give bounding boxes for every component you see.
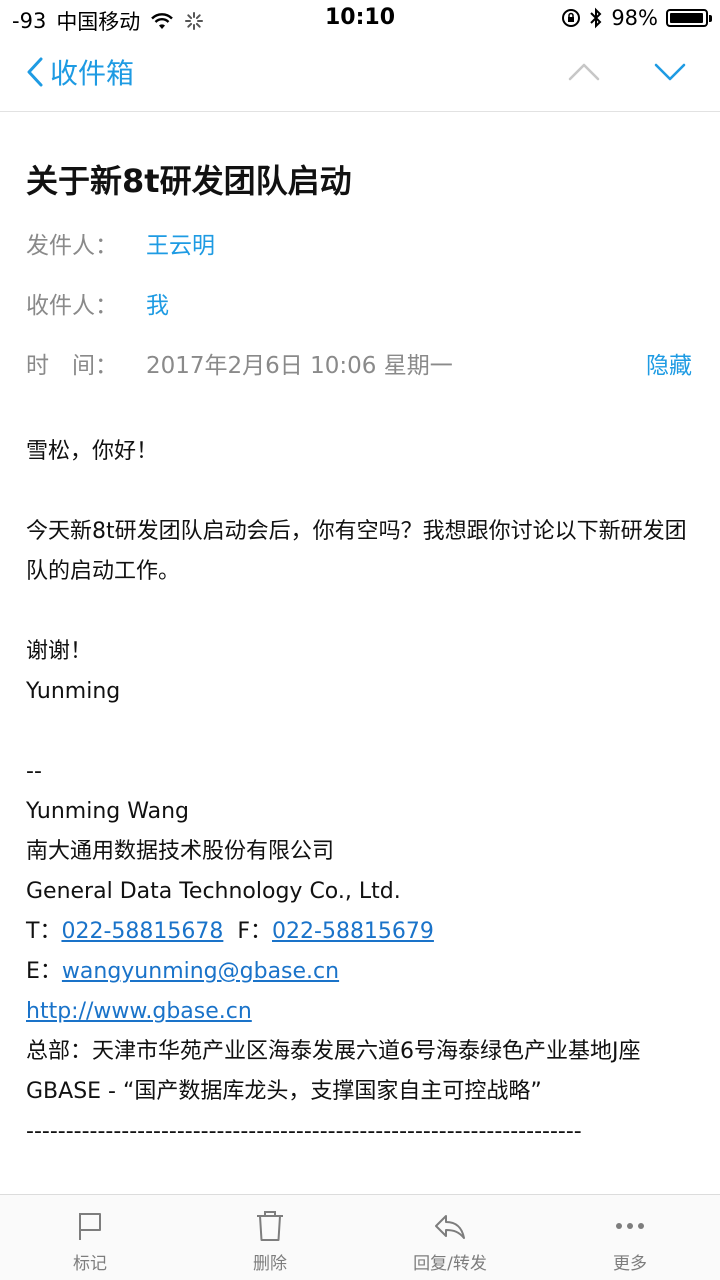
sender-label: 发件人： — [26, 233, 118, 259]
email-label: E： — [26, 959, 62, 984]
trash-icon — [257, 1211, 283, 1241]
fax-link[interactable]: 022-58815679 — [272, 919, 434, 944]
signature-phone-line: T：022-58815678 F：022-58815679 — [26, 912, 696, 952]
signature-separator: -- — [26, 759, 42, 784]
bottom-toolbar: 标记 删除 回复/转发 更多 — [0, 1194, 720, 1280]
sent-time: 2017年2月6日 10:06 星期一 — [146, 353, 453, 379]
more-dots-icon — [616, 1223, 644, 1229]
reply-icon — [435, 1215, 465, 1239]
email-body: 雪松，你好！ 今天新8t研发团队启动会后，你有空吗？我想跟你讨论以下新研发团队的… — [26, 432, 696, 1152]
thanks-text: 谢谢！ — [26, 639, 93, 664]
body-paragraph: 今天新8t研发团队启动会后，你有空吗？我想跟你讨论以下新研发团队的启动工作。 — [26, 519, 687, 584]
signature-slogan: GBASE - “国产数据库龙头，支撑国家自主可控战略” — [26, 1079, 542, 1104]
signature-name: Yunming Wang — [26, 799, 189, 824]
battery-fill — [670, 13, 704, 23]
short-signature: Yunming — [26, 679, 121, 704]
delete-label: 删除 — [253, 1254, 287, 1274]
flag-button[interactable]: 标记 — [0, 1195, 180, 1280]
greeting-text: 雪松，你好！ — [26, 439, 159, 464]
hide-details-button[interactable]: 隐藏 — [646, 346, 692, 380]
email-link[interactable]: wangyunming@gbase.cn — [62, 959, 339, 984]
battery-percent: 98% — [611, 6, 658, 30]
more-label: 更多 — [613, 1254, 647, 1274]
nav-bar: 收件箱 — [0, 38, 720, 112]
phone-link[interactable]: 022-58815678 — [61, 919, 223, 944]
message-navigation — [564, 52, 690, 92]
time-label: 时 间： — [26, 353, 118, 379]
sender-row: 发件人： 王云明 — [26, 226, 215, 260]
more-button[interactable]: 更多 — [540, 1195, 720, 1280]
next-message-chevron-down-icon[interactable] — [650, 52, 690, 92]
recipient-row: 收件人： 我 — [26, 286, 169, 320]
status-bar: -93 中国移动 10:10 98% — [0, 0, 720, 38]
time-row: 时 间： 2017年2月6日 10:06 星期一 — [26, 346, 453, 380]
recipient-name[interactable]: 我 — [146, 286, 169, 320]
bluetooth-icon — [590, 7, 602, 29]
signature-email-line: E：wangyunming@gbase.cn — [26, 952, 696, 992]
signature-company-cn: 南大通用数据技术股份有限公司 — [26, 839, 335, 864]
recipient-label: 收件人： — [26, 293, 118, 319]
back-to-inbox-button[interactable]: 收件箱 — [26, 52, 134, 92]
reply-forward-button[interactable]: 回复/转发 — [360, 1195, 540, 1280]
phone-label: T： — [26, 919, 62, 944]
fax-label: F： — [237, 919, 273, 944]
reply-forward-label: 回复/转发 — [413, 1254, 487, 1274]
signature-address: 总部：天津市华苑产业区海泰发展六道6号海泰绿色产业基地J座 — [26, 1039, 641, 1064]
battery-icon — [666, 9, 712, 27]
signature-company-en: General Data Technology Co., Ltd. — [26, 879, 401, 904]
back-label: 收件箱 — [50, 57, 135, 90]
signature-divider: ----------------------------------------… — [26, 1119, 582, 1144]
delete-button[interactable]: 删除 — [180, 1195, 360, 1280]
flag-label: 标记 — [73, 1254, 107, 1274]
rotation-lock-icon — [562, 9, 581, 27]
chevron-left-icon — [27, 57, 43, 87]
website-link[interactable]: http://www.gbase.cn — [26, 999, 252, 1024]
email-subject: 关于新8t研发团队启动 — [26, 162, 352, 200]
status-right: 98% — [561, 6, 712, 30]
previous-message-chevron-up-icon[interactable] — [564, 52, 604, 92]
sender-name[interactable]: 王云明 — [146, 226, 215, 260]
signature-website: http://www.gbase.cn — [26, 992, 696, 1032]
flag-icon — [79, 1213, 101, 1240]
